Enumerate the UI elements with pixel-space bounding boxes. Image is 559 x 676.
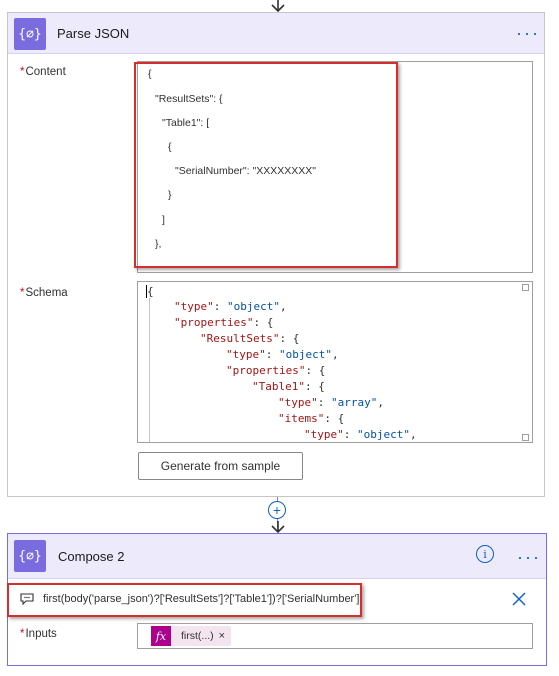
more-options-icon[interactable]: ··· <box>517 548 541 566</box>
arrow-down-icon <box>268 521 288 534</box>
more-options-icon[interactable]: ··· <box>516 24 540 42</box>
json-punctuation: , <box>409 428 417 441</box>
schema-code-line: "type": "object", <box>174 300 287 313</box>
json-string: "object" <box>279 348 332 361</box>
add-step-button[interactable]: + <box>268 501 286 519</box>
parse-json-title: Parse JSON <box>57 26 130 41</box>
schema-label: *Schema <box>20 287 68 299</box>
content-highlight-box <box>134 62 398 268</box>
info-icon[interactable]: i <box>476 545 494 563</box>
expression-token[interactable]: fx first(...) × <box>151 626 232 646</box>
schema-code-line: "items": { <box>278 412 344 425</box>
data-operations-icon: {∅} <box>14 540 46 572</box>
json-key: "properties" <box>174 316 254 329</box>
schema-code-line: "properties": { <box>174 316 273 329</box>
json-key: "type" <box>174 300 214 313</box>
json-key: "Table1" <box>252 380 305 393</box>
parse-json-header[interactable]: {∅} Parse JSON ··· <box>8 13 544 54</box>
required-marker: * <box>20 66 25 78</box>
json-key: "ResultSets" <box>200 332 280 345</box>
json-punctuation: , <box>279 300 287 313</box>
json-punctuation: , <box>331 348 339 361</box>
compose-header[interactable]: {∅} Compose 2 i ··· <box>8 534 546 579</box>
json-key: "items" <box>278 412 325 425</box>
schema-code-line: "properties": { <box>226 364 325 377</box>
incoming-arrow-icon <box>268 0 288 13</box>
content-label: *Content <box>20 66 66 78</box>
inputs-label: *Inputs <box>20 628 57 640</box>
scrollbar-bottom-handle[interactable] <box>522 434 529 441</box>
inputs-label-text: Inputs <box>25 628 57 640</box>
json-key: "type" <box>304 428 344 441</box>
schema-code-line: "type": "array", <box>278 396 384 409</box>
json-punctuation: : <box>317 396 331 409</box>
plus-icon: + <box>272 502 282 518</box>
json-punctuation: : { <box>304 380 325 393</box>
json-punctuation: : { <box>305 364 326 377</box>
schema-indent-guide <box>149 298 150 442</box>
json-key: "type" <box>226 348 266 361</box>
json-punctuation: , <box>377 396 384 409</box>
json-punctuation: { <box>147 285 154 298</box>
json-punctuation: : { <box>279 332 300 345</box>
json-punctuation: : { <box>253 316 274 329</box>
token-label: first(...) <box>181 630 214 642</box>
schema-code-line: "type": "object", <box>226 348 339 361</box>
schema-label-text: Schema <box>25 287 68 299</box>
required-marker: * <box>20 628 25 640</box>
json-punctuation: : <box>343 428 357 441</box>
scrollbar-top-handle[interactable] <box>522 284 529 291</box>
schema-code-line: { <box>147 285 154 298</box>
json-key: "type" <box>278 396 318 409</box>
json-punctuation: : <box>213 300 227 313</box>
fx-icon: fx <box>151 626 171 646</box>
json-string: "array" <box>331 396 378 409</box>
json-string: "object" <box>227 300 280 313</box>
required-marker: * <box>20 287 25 299</box>
json-key: "properties" <box>226 364 306 377</box>
content-label-text: Content <box>25 66 66 78</box>
generate-from-sample-button[interactable]: Generate from sample <box>138 452 303 480</box>
close-icon[interactable] <box>511 591 527 607</box>
info-icon-glyph: i <box>483 547 487 561</box>
expression-highlight-box <box>7 583 362 617</box>
json-punctuation: : { <box>324 412 345 425</box>
compose-title: Compose 2 <box>58 549 125 564</box>
data-operations-icon: {∅} <box>14 18 46 50</box>
schema-code-line: "ResultSets": { <box>200 332 299 345</box>
token-remove-icon[interactable]: × <box>219 630 225 642</box>
schema-code-line: "type": "object", <box>304 428 417 441</box>
json-punctuation: : <box>265 348 279 361</box>
schema-code-line: "Table1": { <box>252 380 325 393</box>
json-string: "object" <box>357 428 410 441</box>
